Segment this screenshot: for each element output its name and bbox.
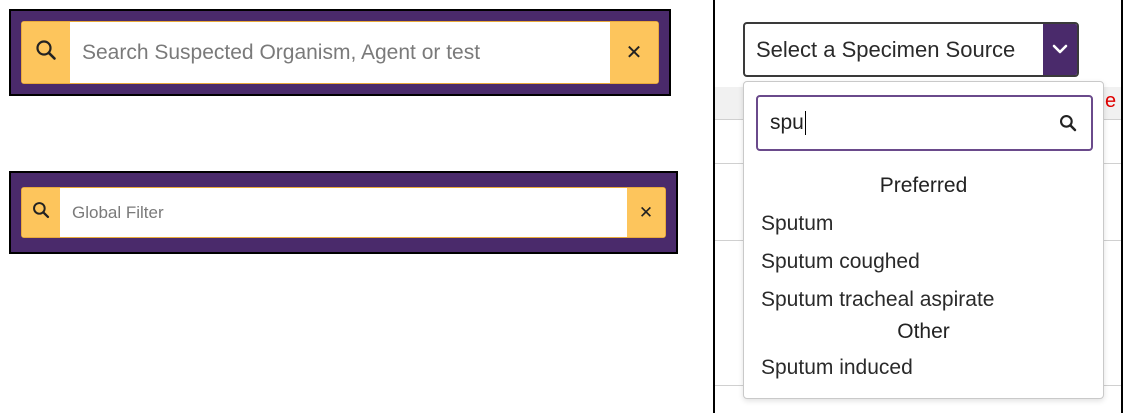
search-icon	[35, 39, 57, 66]
chevron-down-icon	[1052, 41, 1068, 59]
global-filter-clear-button[interactable]: ✕	[627, 188, 665, 237]
organism-clear-button[interactable]: ✕	[610, 22, 658, 83]
required-text-fragment: e	[1105, 90, 1117, 112]
specimen-panel: e Select a Specimen Source spu Preferred…	[713, 0, 1123, 413]
global-filter-group: ✕	[21, 187, 666, 238]
close-icon: ✕	[638, 203, 654, 222]
specimen-source-dropdown: spu Preferred Sputum Sputum coughed Sput…	[743, 81, 1104, 399]
global-filter-search-button[interactable]	[22, 188, 60, 237]
close-icon: ✕	[625, 41, 643, 64]
specimen-filter-input[interactable]: spu	[756, 95, 1093, 151]
organism-search-button[interactable]	[22, 22, 70, 83]
global-filter-bar: ✕	[9, 171, 678, 254]
specimen-filter-value: spu	[770, 111, 804, 134]
option-sputum-induced[interactable]: Sputum induced	[761, 356, 913, 380]
organism-search-input[interactable]	[70, 22, 610, 83]
search-icon	[1053, 114, 1083, 132]
organism-search-bar: ✕	[9, 9, 671, 96]
option-sputum[interactable]: Sputum	[761, 212, 833, 236]
group-header-preferred: Preferred	[879, 174, 968, 197]
organism-search-group: ✕	[21, 21, 659, 84]
global-filter-input[interactable]	[60, 188, 627, 237]
specimen-source-select[interactable]: Select a Specimen Source	[743, 22, 1079, 77]
option-sputum-coughed[interactable]: Sputum coughed	[761, 250, 920, 274]
group-header-other: Other	[897, 320, 950, 343]
specimen-source-label: Select a Specimen Source	[756, 36, 1016, 62]
option-sputum-tracheal-aspirate[interactable]: Sputum tracheal aspirate	[761, 288, 994, 312]
text-caret	[804, 111, 806, 135]
specimen-source-toggle[interactable]	[1043, 24, 1077, 75]
search-icon	[32, 201, 50, 224]
